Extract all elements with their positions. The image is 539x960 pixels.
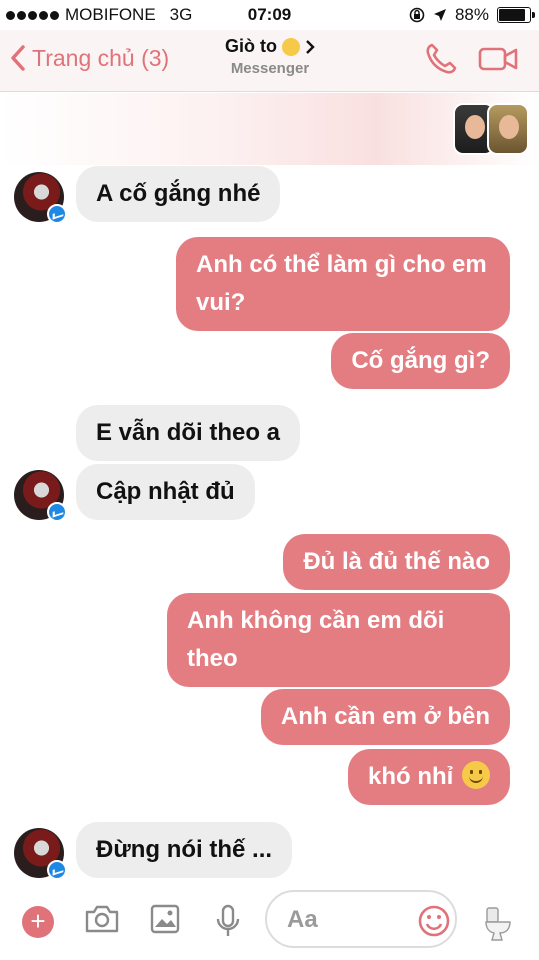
image-icon [150, 904, 180, 934]
conversation-title[interactable]: Giò to [225, 36, 315, 57]
message-input[interactable]: Aa [265, 890, 457, 948]
quick-reaction-button[interactable] [483, 906, 513, 947]
microphone-icon [216, 904, 240, 936]
participants-strip [0, 93, 539, 165]
battery-icon [497, 7, 535, 23]
video-call-button[interactable] [478, 46, 518, 77]
back-button[interactable]: Trang chủ (3) [10, 44, 169, 72]
message-bubble-outgoing[interactable]: Anh cần em ở bên [260, 689, 510, 745]
conversation-title-area[interactable]: Giò to Messenger [150, 36, 390, 77]
chevron-right-icon [306, 39, 315, 54]
participant-avatar[interactable] [487, 103, 529, 155]
phone-icon [426, 43, 457, 74]
video-camera-icon [478, 47, 518, 71]
messenger-badge-icon [47, 502, 67, 522]
camera-button[interactable] [84, 904, 120, 939]
camera-icon [85, 905, 119, 933]
smile-emoji-icon [282, 37, 300, 56]
conversation-header: Trang chủ (3) Giò to Messenger [0, 30, 539, 92]
participant-face [465, 115, 485, 139]
composer-bar: + Aa [0, 878, 539, 960]
smile-emoji-icon [462, 761, 490, 789]
message-bubble-outgoing[interactable]: Đủ là đủ thế nào [283, 534, 510, 590]
smiley-face-icon [418, 905, 450, 937]
participant-avatars[interactable] [453, 103, 529, 155]
voice-call-button[interactable] [424, 42, 458, 81]
message-bubble-outgoing[interactable]: Cố gắng gì? [331, 333, 510, 389]
more-actions-button[interactable]: + [22, 906, 54, 938]
back-label: Trang chủ (3) [32, 44, 170, 71]
gallery-button[interactable] [150, 904, 180, 939]
message-input-placeholder: Aa [287, 906, 318, 933]
message-bubble-incoming[interactable]: Cập nhật đủ [76, 464, 255, 520]
message-bubble-incoming[interactable]: A cố gắng nhé [76, 166, 281, 222]
message-bubble-outgoing[interactable]: Anh có thể làm gì cho em vui? [176, 237, 510, 331]
message-bubble-outgoing[interactable]: khó nhỉ [348, 749, 510, 805]
chevron-left-icon [11, 45, 25, 71]
participant-face [499, 115, 519, 139]
rotation-lock-icon [409, 7, 425, 23]
message-bubble-incoming[interactable]: Đừng nói thế ... [76, 822, 293, 878]
status-bar: MOBIFONE 3G 07:09 88% [0, 0, 539, 30]
message-text: khó nhỉ [368, 763, 454, 790]
message-bubble-incoming[interactable]: E vẫn dõi theo a [76, 405, 301, 461]
emoji-button[interactable] [417, 904, 451, 943]
location-arrow-icon [433, 9, 446, 21]
battery-percent: 88% [454, 5, 489, 24]
message-bubble-outgoing[interactable]: Anh không cần em dõi theo [167, 593, 510, 687]
conversation-subtitle: Messenger [230, 60, 310, 77]
messenger-badge-icon [47, 860, 67, 880]
voice-message-button[interactable] [214, 904, 242, 943]
battery-fill [499, 9, 526, 21]
toilet-icon [485, 907, 511, 941]
messenger-badge-icon [47, 204, 67, 224]
conversation-name: Giò to [225, 36, 277, 56]
status-right: 88% [409, 5, 535, 25]
